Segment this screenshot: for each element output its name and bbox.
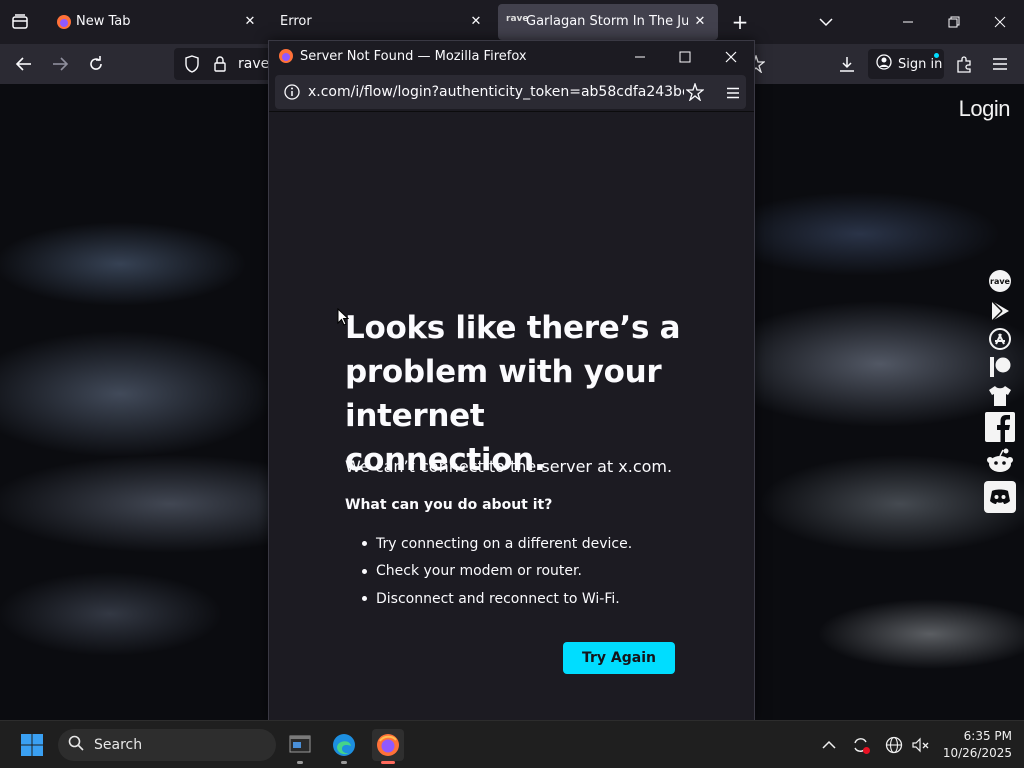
reload-icon[interactable] [86,54,106,74]
list-item: Check your modem or router. [345,558,632,586]
close-tab-icon[interactable]: ✕ [242,14,258,30]
tab-new-tab[interactable]: New Tab ✕ [44,0,268,44]
tab-label: Error [280,14,312,29]
popup-url-bar[interactable]: x.com/i/flow/login?authenticity_token=ab… [275,75,746,109]
download-icon[interactable] [837,54,857,74]
windows-start-icon[interactable] [16,729,48,761]
close-tab-icon[interactable]: ✕ [468,14,484,30]
close-window-icon[interactable] [720,46,742,68]
menu-icon[interactable] [990,54,1010,74]
restore-icon[interactable] [944,12,964,32]
maximize-icon[interactable] [674,46,696,68]
search-icon [68,735,84,755]
clock-time: 6:35 PM [963,729,1012,743]
lock-icon[interactable] [210,54,230,74]
error-description: We can’t connect to the server at x.com. [345,457,673,476]
forward-icon[interactable] [50,54,70,74]
taskbar-search[interactable]: Search [58,729,276,761]
menu-icon[interactable] [723,83,743,103]
chevron-up-icon[interactable] [818,734,840,756]
list-item: Disconnect and reconnect to Wi-Fi. [345,585,632,613]
google-play-icon[interactable] [984,296,1016,326]
edge-icon[interactable] [328,729,360,764]
back-icon[interactable] [14,54,34,74]
chevron-down-icon[interactable] [816,12,836,32]
bookmark-star-icon[interactable] [685,82,705,102]
app-store-icon[interactable] [984,324,1016,354]
taskbar: Search 6:35 PM 10/26/2025 [0,720,1024,768]
info-icon[interactable] [282,82,302,102]
facebook-icon[interactable] [984,412,1016,442]
tshirt-icon[interactable] [984,381,1016,411]
firefox-icon [56,14,72,34]
search-label: Search [94,737,143,753]
tab-list-icon[interactable] [10,12,30,32]
rave-icon[interactable]: rave [984,266,1016,296]
svg-text:rave: rave [990,277,1011,286]
tab-label: Garlagan Storm In The Jungle - [526,14,688,29]
close-tab-icon[interactable]: ✕ [692,14,708,30]
mouse-cursor-icon [337,307,350,330]
clock-date: 10/26/2025 [942,746,1012,760]
patreon-icon[interactable] [984,352,1016,382]
tab-error[interactable]: Error ✕ [268,0,494,44]
reddit-icon[interactable] [984,446,1016,476]
popup-url-text[interactable]: x.com/i/flow/login?authenticity_token=ab… [308,84,684,100]
notification-dot [934,53,939,58]
discord-icon[interactable] [984,480,1016,514]
popup-window: Server Not Found — Mozilla Firefox x.com… [268,40,755,721]
error-title: Looks like there’s a problem with your i… [345,310,681,478]
minimize-icon[interactable] [898,12,918,32]
login-link[interactable]: Login [959,96,1011,122]
new-tab-icon[interactable]: + [730,10,750,34]
system-clock[interactable]: 6:35 PM 10/26/2025 [940,728,1012,762]
tab-strip: New Tab ✕ Error ✕ rave Garlagan Storm In… [0,0,1024,44]
sign-in-label: Sign in [898,56,943,72]
list-item: Try connecting on a different device. [345,530,632,558]
minimize-icon[interactable] [629,46,651,68]
popup-title-bar[interactable]: Server Not Found — Mozilla Firefox [269,41,754,73]
close-window-icon[interactable] [990,12,1010,32]
network-globe-icon[interactable] [883,734,905,756]
sign-in-button[interactable]: Sign in [868,49,944,79]
speaker-muted-icon[interactable] [910,734,932,756]
terminal-app-icon[interactable] [284,729,316,764]
popup-window-title: Server Not Found — Mozilla Firefox [300,49,527,64]
sync-alert-icon[interactable] [850,734,872,756]
tab-label: New Tab [76,14,131,29]
try-again-button[interactable]: Try Again [563,642,675,674]
error-question: What can you do about it? [345,497,553,513]
account-icon [876,54,892,74]
tab-garlagan[interactable]: rave Garlagan Storm In The Jungle - ✕ [498,4,718,40]
shield-icon[interactable] [182,54,202,74]
extensions-icon[interactable] [954,54,974,74]
firefox-icon [278,48,294,68]
firefox-taskbar-icon[interactable] [372,729,404,764]
suggestion-list: Try connecting on a different device. Ch… [345,530,632,613]
error-page: Looks like there’s a problem with your i… [269,111,754,721]
